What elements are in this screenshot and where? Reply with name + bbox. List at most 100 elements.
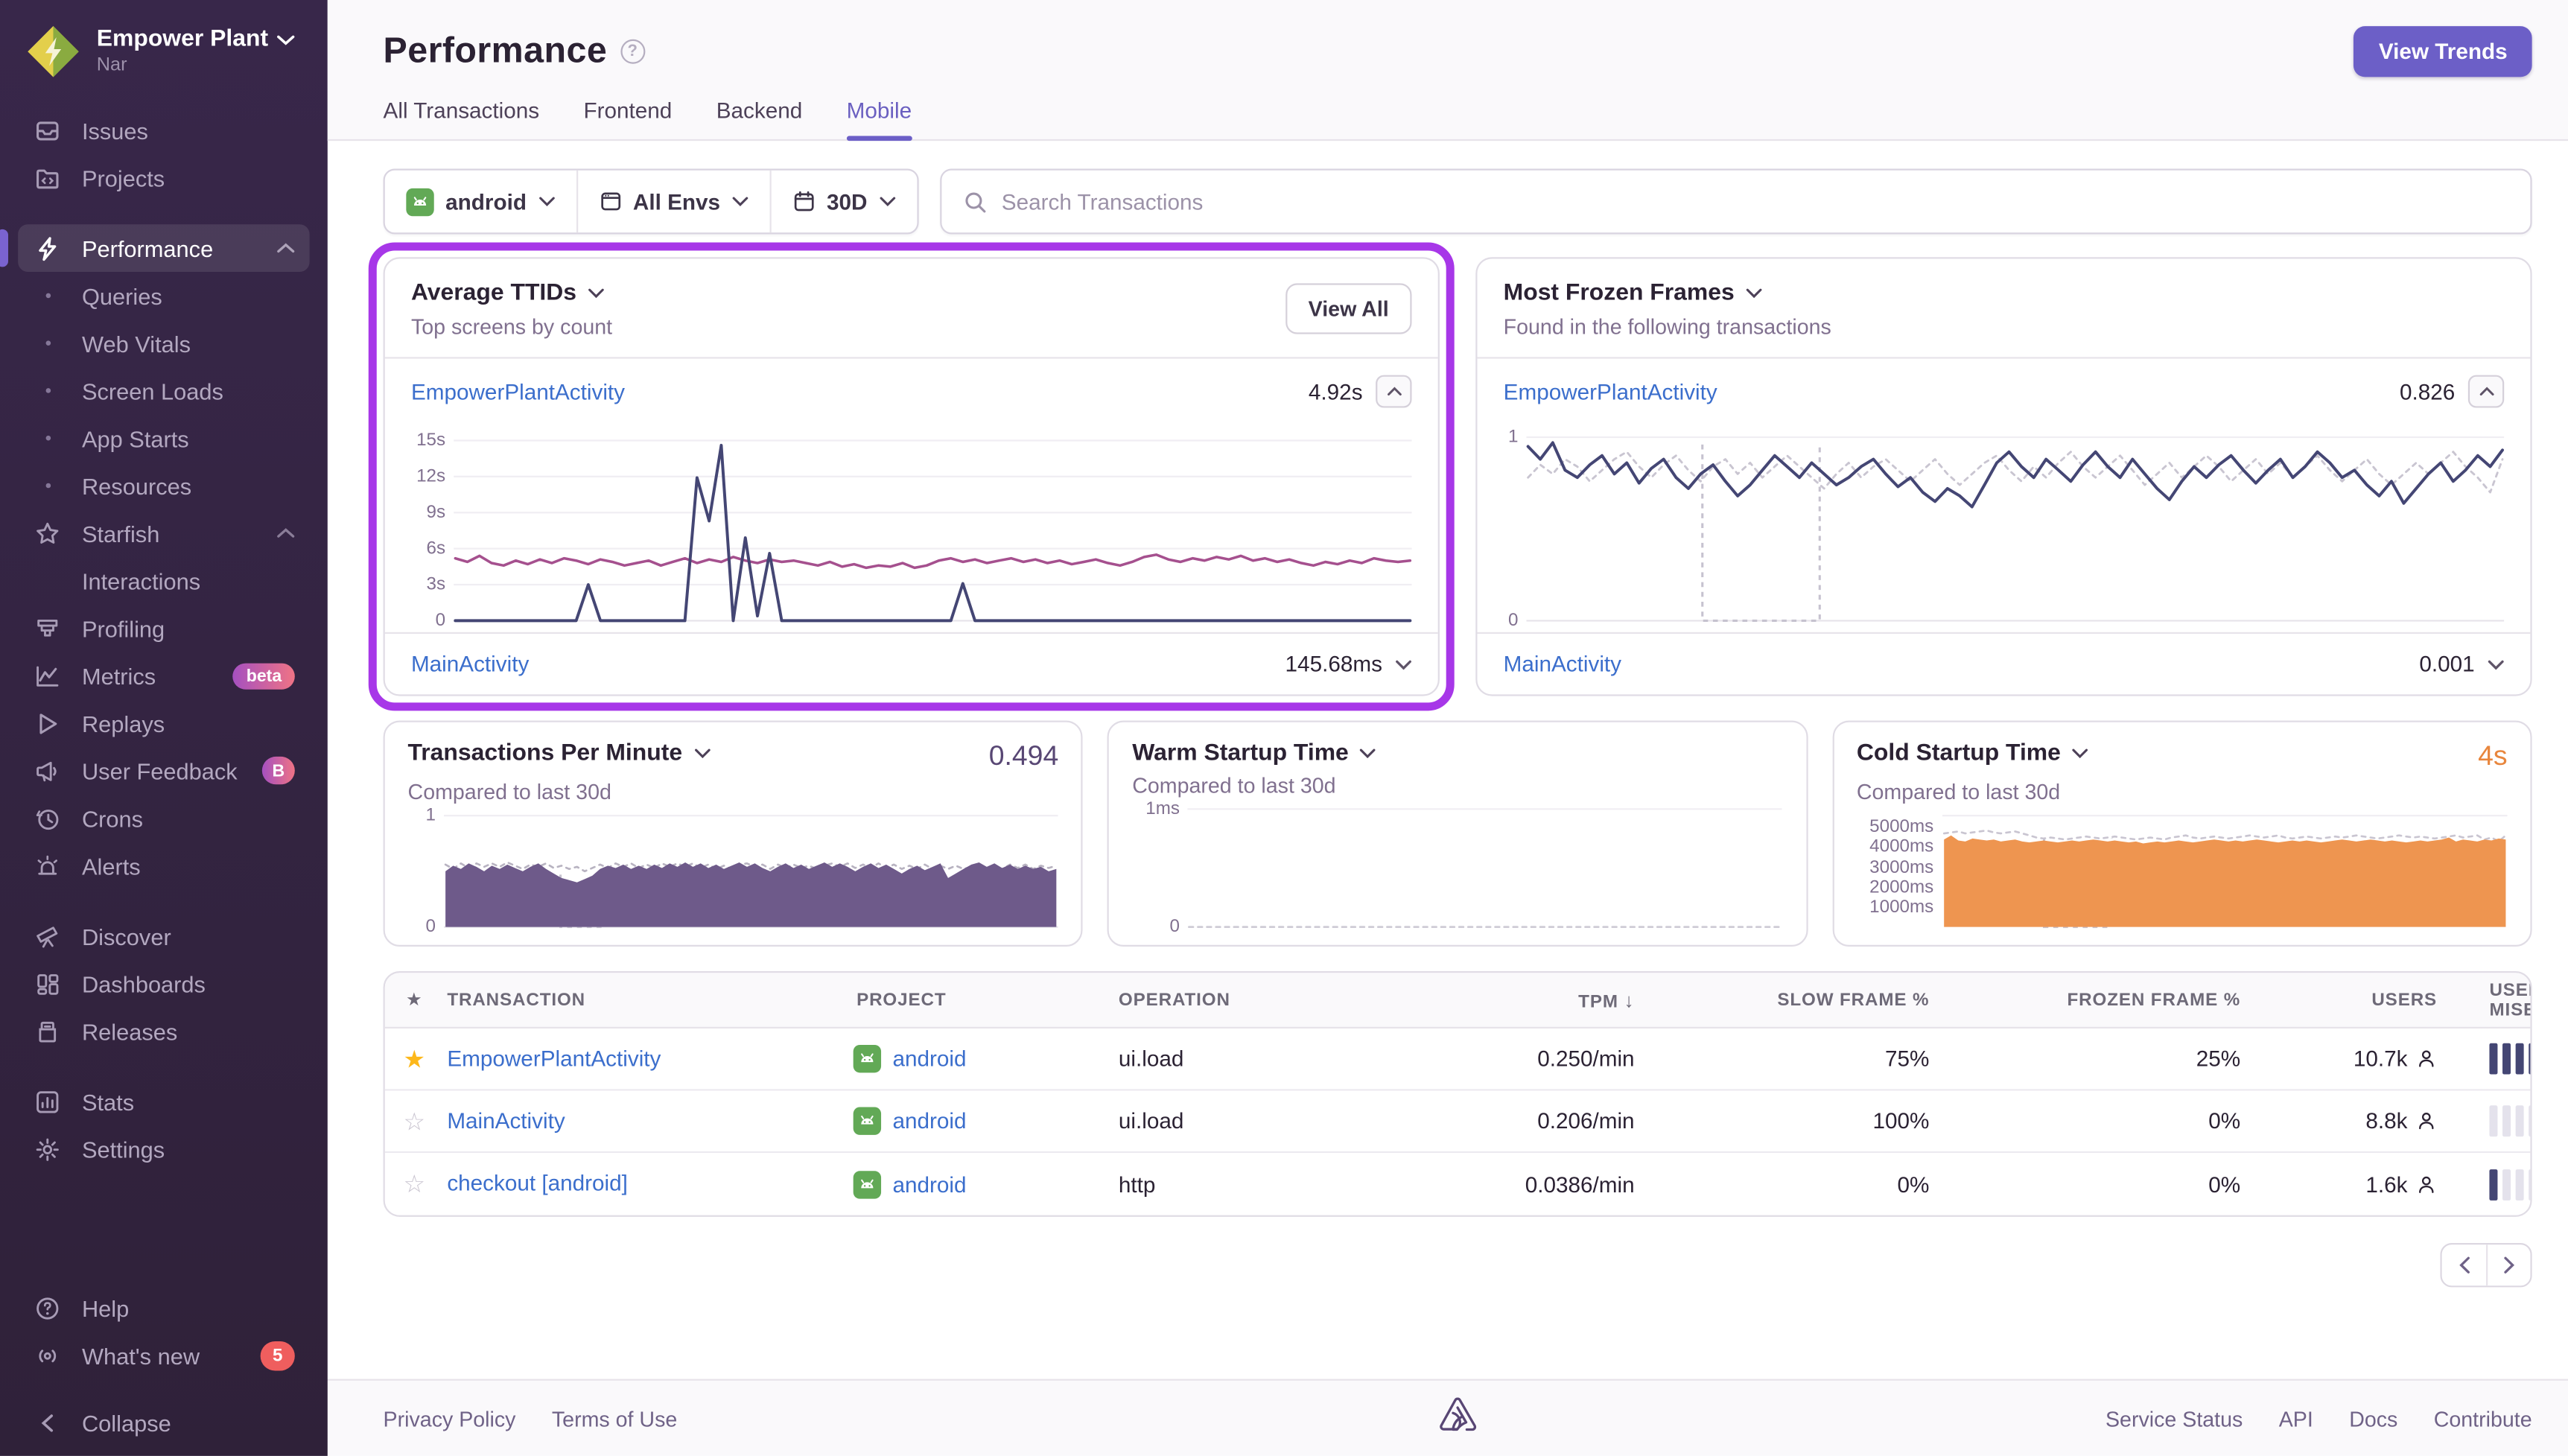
sidebar-item-discover[interactable]: Discover [18, 912, 309, 960]
sidebar-item-queries[interactable]: Queries [18, 272, 309, 320]
sidebar-item-performance[interactable]: Performance [18, 224, 309, 272]
view-trends-button[interactable]: View Trends [2354, 26, 2532, 77]
project-link[interactable]: android [892, 1172, 966, 1196]
sidebar-item-alerts[interactable]: Alerts [18, 842, 309, 889]
user-misery-bars [2467, 1043, 2532, 1075]
project-link[interactable]: android [892, 1046, 966, 1071]
sidebar-item-web-vitals[interactable]: Web Vitals [18, 320, 309, 367]
col-project[interactable]: PROJECT [854, 990, 1116, 1009]
chevron-up-icon [277, 527, 295, 538]
operation-cell: http [1116, 1172, 1361, 1196]
transaction-link[interactable]: EmpowerPlantActivity [447, 1046, 661, 1070]
sidebar-item-whats-new[interactable]: What's new 5 [18, 1332, 309, 1379]
sidebar-item-releases[interactable]: Releases [18, 1007, 309, 1055]
expand-series-button[interactable] [2488, 659, 2504, 669]
metric-value: 0.826 [2400, 379, 2455, 404]
service-status-link[interactable]: Service Status [2105, 1406, 2243, 1431]
tab-frontend[interactable]: Frontend [583, 98, 672, 139]
most-frozen-frames-title[interactable]: Most Frozen Frames [1504, 280, 2505, 306]
warm-startup-title[interactable]: Warm Startup Time [1132, 740, 1783, 766]
star-column-header-icon[interactable]: ★ [385, 989, 444, 1011]
tab-all-transactions[interactable]: All Transactions [384, 98, 540, 139]
transaction-link[interactable]: MainActivity [411, 652, 1285, 676]
ttid-chart[interactable] [454, 421, 1411, 622]
col-tpm[interactable]: TPM ↓ [1361, 988, 1664, 1011]
next-page-button[interactable] [2486, 1244, 2530, 1285]
sidebar-item-user-feedback[interactable]: User Feedback B [18, 747, 309, 795]
project-link[interactable]: android [892, 1109, 966, 1134]
view-all-button[interactable]: View All [1285, 283, 1412, 334]
metric-value: 4.92s [1309, 379, 1363, 404]
transaction-link[interactable]: MainActivity [1504, 652, 2420, 676]
tab-backend[interactable]: Backend [716, 98, 803, 139]
table-row[interactable]: ☆ checkout [android] android http 0.0386… [385, 1153, 2531, 1215]
average-ttids-title[interactable]: Average TTIDs [411, 280, 1285, 306]
sidebar-item-starfish[interactable]: Starfish [18, 509, 309, 557]
sidebar-item-crons[interactable]: Crons [18, 795, 309, 842]
transaction-link[interactable]: checkout [android] [447, 1171, 628, 1195]
sidebar-item-profiling[interactable]: Profiling [18, 604, 309, 652]
previous-page-button[interactable] [2442, 1244, 2486, 1285]
environment-filter[interactable]: All Envs [576, 171, 769, 233]
warm-startup-chart[interactable] [1188, 807, 1783, 929]
chevron-down-icon [694, 748, 711, 758]
frozen-frames-chart[interactable] [1526, 421, 2504, 622]
col-transaction[interactable]: TRANSACTION [444, 990, 854, 1009]
docs-link[interactable]: Docs [2349, 1406, 2397, 1431]
col-operation[interactable]: OPERATION [1116, 990, 1361, 1009]
col-slow-frame[interactable]: SLOW FRAME % [1664, 990, 1959, 1009]
tpm-chart[interactable] [444, 814, 1058, 929]
sidebar-item-help[interactable]: Help [18, 1284, 309, 1332]
sidebar-item-settings[interactable]: Settings [18, 1125, 309, 1173]
row-star-toggle[interactable]: ★ [385, 1044, 444, 1074]
sentry-logo-icon[interactable] [1438, 1396, 1478, 1440]
collapse-series-button[interactable] [1376, 375, 1411, 408]
row-star-toggle[interactable]: ☆ [385, 1106, 444, 1136]
cold-startup-subtitle: Compared to last 30d [1857, 780, 2508, 804]
col-users[interactable]: USERS [2270, 990, 2467, 1009]
project-filter[interactable]: android [385, 171, 576, 233]
cold-startup-title[interactable]: Cold Startup Time [1857, 740, 2478, 766]
col-frozen-frame[interactable]: FROZEN FRAME % [1959, 990, 2270, 1009]
sidebar-item-dashboards[interactable]: Dashboards [18, 960, 309, 1008]
transaction-link[interactable]: EmpowerPlantActivity [1504, 379, 2400, 404]
sidebar-item-replays[interactable]: Replays [18, 699, 309, 747]
tpm-title[interactable]: Transactions Per Minute [408, 740, 989, 766]
cold-startup-chart[interactable] [1942, 814, 2507, 929]
sidebar-collapse-button[interactable]: Collapse [18, 1399, 309, 1446]
table-row[interactable]: ☆ MainActivity android ui.load 0.206/min… [385, 1091, 2531, 1154]
date-range-filter[interactable]: 30D [769, 171, 916, 233]
transaction-link[interactable]: MainActivity [447, 1108, 565, 1133]
search-transactions-input[interactable] [1002, 189, 2509, 214]
transaction-link[interactable]: EmpowerPlantActivity [411, 379, 1309, 404]
sidebar-item-app-starts[interactable]: App Starts [18, 414, 309, 462]
sidebar-item-interactions[interactable]: Interactions [18, 557, 309, 605]
sidebar-item-metrics[interactable]: Metrics beta [18, 652, 309, 699]
api-link[interactable]: API [2279, 1406, 2313, 1431]
org-logo-icon [25, 23, 82, 80]
chevron-down-icon [538, 197, 554, 206]
collapse-series-button[interactable] [2468, 375, 2504, 408]
sidebar-item-screen-loads[interactable]: Screen Loads [18, 367, 309, 415]
chevron-down-icon [879, 197, 895, 206]
org-switcher[interactable]: Empower Plant Nar [0, 0, 328, 97]
privacy-policy-link[interactable]: Privacy Policy [384, 1406, 516, 1431]
contribute-link[interactable]: Contribute [2434, 1406, 2532, 1431]
sidebar-item-issues[interactable]: Issues [18, 107, 309, 154]
tab-mobile[interactable]: Mobile [847, 98, 912, 139]
row-star-toggle[interactable]: ☆ [385, 1169, 444, 1199]
table-header-row: ★ TRANSACTION PROJECT OPERATION TPM ↓ SL… [385, 973, 2531, 1029]
sidebar-item-resources[interactable]: Resources [18, 462, 309, 509]
page-title: Performance [384, 30, 608, 72]
terms-of-use-link[interactable]: Terms of Use [552, 1406, 677, 1431]
col-user-misery[interactable]: USER MISERY [2467, 980, 2532, 1020]
expand-series-button[interactable] [1396, 659, 1412, 669]
help-question-icon[interactable]: ? [620, 39, 645, 63]
average-ttids-subtitle: Top screens by count [411, 314, 1285, 339]
table-row[interactable]: ★ EmpowerPlantActivity android ui.load 0… [385, 1029, 2531, 1091]
sidebar-item-stats[interactable]: Stats [18, 1078, 309, 1125]
tpm-cell: 0.250/min [1361, 1046, 1664, 1071]
sidebar-item-projects[interactable]: Projects [18, 154, 309, 202]
bar-chart-icon [33, 1088, 63, 1114]
telescope-icon [33, 923, 63, 949]
